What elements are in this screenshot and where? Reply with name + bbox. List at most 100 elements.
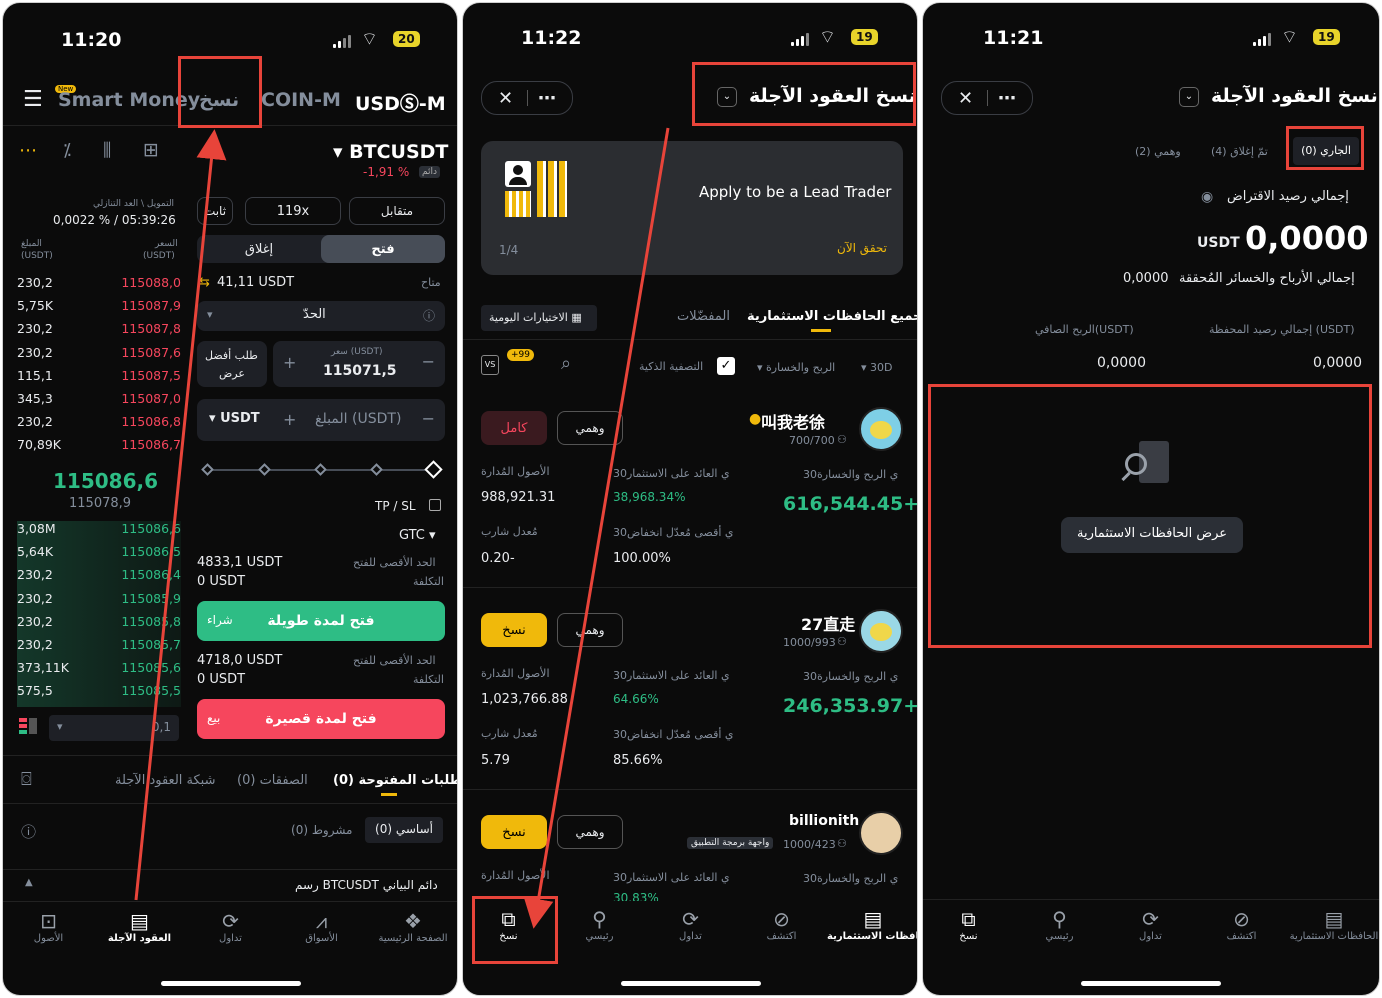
orderbook-row[interactable]: 575,5 115085,5: [17, 683, 181, 706]
row-amount: 575,5: [17, 683, 53, 699]
status-time: 11:22: [521, 27, 582, 49]
history-icon[interactable]: ⌼: [21, 769, 32, 790]
nav-lead[interactable]: ⚲ رئيسي: [554, 907, 645, 942]
trader-card[interactable]: كامل وهمي 叫我老徐 ● 700/700 ⚇ الأصول المُدا…: [463, 393, 917, 583]
depth-select[interactable]: ▾ 0,1: [49, 715, 179, 741]
nav-futures[interactable]: ▤ العقود الآجلة: [94, 909, 185, 944]
filter-conditional[interactable]: مشروط (0): [291, 823, 352, 837]
orderbook-row[interactable]: 230,2 115085,7: [17, 637, 181, 660]
info-icon[interactable]: ⓘ: [21, 821, 36, 842]
versus-icon[interactable]: VS: [481, 355, 499, 375]
orderbook-row[interactable]: 230,2 115087,6: [17, 345, 181, 368]
margin-mode-cross[interactable]: متقابل: [349, 197, 445, 225]
symbol-selector[interactable]: ▾ BTCUSDT: [333, 141, 448, 163]
tpsl-checkbox[interactable]: [429, 499, 441, 511]
mdd-label: 30ي أقصى مُعدّل انخفاض: [613, 526, 734, 539]
depth-view-icon[interactable]: [19, 718, 41, 738]
search-icon[interactable]: ⌕: [561, 353, 571, 374]
tab-positions[interactable]: الصفقات (0): [237, 773, 308, 788]
chevron-down-icon[interactable]: ⌄: [1179, 87, 1199, 107]
copy-button[interactable]: نسخ: [481, 613, 547, 647]
order-type-select[interactable]: ▾ الحدّ ⓘ: [197, 301, 445, 331]
nav-portfolios[interactable]: ▤الحافظات الاستثمارية: [1287, 907, 1379, 942]
orderbook-row[interactable]: 373,11K 115085,6: [17, 660, 181, 683]
more-icon[interactable]: ⋯: [19, 140, 37, 161]
orderbook-row[interactable]: 3,08M 115086,6: [17, 521, 181, 544]
mdd-value: 85.66%: [613, 753, 663, 768]
copy-full-button[interactable]: كامل: [481, 411, 547, 445]
orderbook-row[interactable]: 230,2 115088,0: [17, 275, 181, 298]
tab-close[interactable]: إغلاق: [197, 235, 321, 263]
nav-portfolios[interactable]: ▤الحافظات الاستثمارية: [827, 907, 917, 942]
open-short-button[interactable]: بيع فتح لمدة قصيرة: [197, 699, 445, 739]
more-icon[interactable]: ⋯: [538, 88, 556, 109]
nav-markets[interactable]: ⩘ الأسواق: [276, 909, 367, 944]
orderbook-row[interactable]: 70,89K 115086,7: [17, 437, 181, 460]
daily-picks-button[interactable]: الاختيارات اليومية ▦: [481, 305, 597, 331]
tab-futures-grid[interactable]: شبكة العقود الآجلة: [115, 773, 216, 788]
chart-expand-icon[interactable]: ▲: [25, 877, 33, 888]
nav-home[interactable]: ❖ الصفحة الرئيسية: [367, 909, 457, 944]
nav-trade[interactable]: ⟳ تداول: [185, 909, 276, 944]
tab-usd-m[interactable]: USDⓈ-M: [355, 89, 446, 116]
nav-trade[interactable]: ⟳ تداول: [645, 907, 736, 942]
best-bid-button[interactable]: طلب أفضل عرض: [197, 341, 267, 387]
tab-coin-m[interactable]: COIN-M: [261, 89, 341, 111]
tab-all-portfolios[interactable]: جميع الحافظات الاستثمارية: [747, 309, 917, 324]
banner-link[interactable]: تحقق الآن: [837, 241, 887, 255]
mock-button[interactable]: وهمي: [557, 613, 623, 647]
orderbook-row[interactable]: 230,2 115086,4: [17, 567, 181, 590]
close-icon[interactable]: ✕: [498, 88, 513, 109]
calculator-icon[interactable]: ⁒: [63, 140, 71, 161]
price-input[interactable]: + سعر (USDT) 115071,5 −: [273, 341, 445, 387]
nav-lead[interactable]: ⚲ رئيسي: [1014, 907, 1105, 942]
nav-discover[interactable]: ⊘ اكتشف: [1196, 907, 1287, 942]
trader-card[interactable]: نسخ وهمي billionith واجهة برمجة التطبيق …: [463, 797, 917, 901]
orderbook-row[interactable]: 5,75K 115087,9: [17, 298, 181, 321]
menu-icon[interactable]: ☰: [23, 87, 43, 112]
tab-favorites[interactable]: المفضّلات: [677, 309, 730, 324]
mock-button[interactable]: وهمي: [557, 815, 623, 849]
gift-icon[interactable]: ⊞: [143, 139, 159, 161]
more-icon[interactable]: ⋯: [998, 88, 1016, 109]
margin-mode-fixed[interactable]: ثابت: [197, 197, 233, 225]
filter-basic[interactable]: أساسي (0): [365, 817, 443, 843]
nav-copy[interactable]: ⧉ نسخ: [923, 907, 1014, 942]
candle-icon[interactable]: ⫼: [103, 140, 111, 161]
tab-open[interactable]: فتح: [321, 235, 445, 263]
tab-mock[interactable]: وهمي (2): [1135, 145, 1181, 158]
orderbook-row[interactable]: 5,64K 115086,5: [17, 544, 181, 567]
status-time: 11:20: [61, 29, 122, 51]
tif-select[interactable]: GTC ▾: [399, 528, 436, 543]
nav-discover[interactable]: ⊘ اكتشف: [736, 907, 827, 942]
nav-assets[interactable]: ⊡ الأصول: [3, 909, 94, 944]
battery-icon: 19: [1313, 29, 1340, 45]
mid-price: 115086,6: [53, 469, 159, 493]
row-amount: 70,89K: [17, 437, 61, 453]
period-select[interactable]: ▾ 30D: [861, 361, 893, 374]
orderbook-row[interactable]: 345,3 115087,0: [17, 391, 181, 414]
mock-button[interactable]: وهمي: [557, 411, 623, 445]
trader-name: 27直走: [801, 615, 856, 634]
orderbook-row[interactable]: 230,2 115087,8: [17, 321, 181, 344]
amount-input[interactable]: ▾ USDT + المبلغ (USDT) −: [197, 399, 445, 441]
lead-trader-banner[interactable]: Apply to be a Lead Trader تحقق الآن 1/4: [481, 141, 903, 275]
orderbook-row[interactable]: 115,1 115087,5: [17, 368, 181, 391]
transfer-icon[interactable]: ⇆: [199, 275, 210, 290]
trader-card[interactable]: نسخ وهمي 27直走 1000/993 ⚇ الأصول المُدارة…: [463, 595, 917, 785]
smart-filter-checkbox[interactable]: ✓: [717, 357, 735, 375]
orderbook-row[interactable]: 230,2 115085,9: [17, 591, 181, 614]
orderbook-row[interactable]: 230,2 115085,8: [17, 614, 181, 637]
chart-bar-label[interactable]: رسم BTCUSDT دائم البياني: [295, 878, 438, 892]
close-icon[interactable]: ✕: [958, 88, 973, 109]
open-long-button[interactable]: شراء فتح لمدة طويلة: [197, 601, 445, 641]
tab-closed[interactable]: تمّ إغلاق (4): [1211, 145, 1268, 158]
tab-open-orders[interactable]: الطلبات المفتوحة (0): [333, 773, 457, 788]
copy-button[interactable]: نسخ: [481, 815, 547, 849]
nav-trade[interactable]: ⟳ تداول: [1105, 907, 1196, 942]
pnl-label: 30ي الربح والخسارة: [803, 670, 899, 683]
pnl-sort[interactable]: ▾ الربح والخسارة: [757, 361, 835, 374]
eye-icon[interactable]: ◉: [1201, 189, 1213, 205]
orderbook-row[interactable]: 230,2 115086,8: [17, 414, 181, 437]
leverage-button[interactable]: 119x: [245, 197, 341, 225]
